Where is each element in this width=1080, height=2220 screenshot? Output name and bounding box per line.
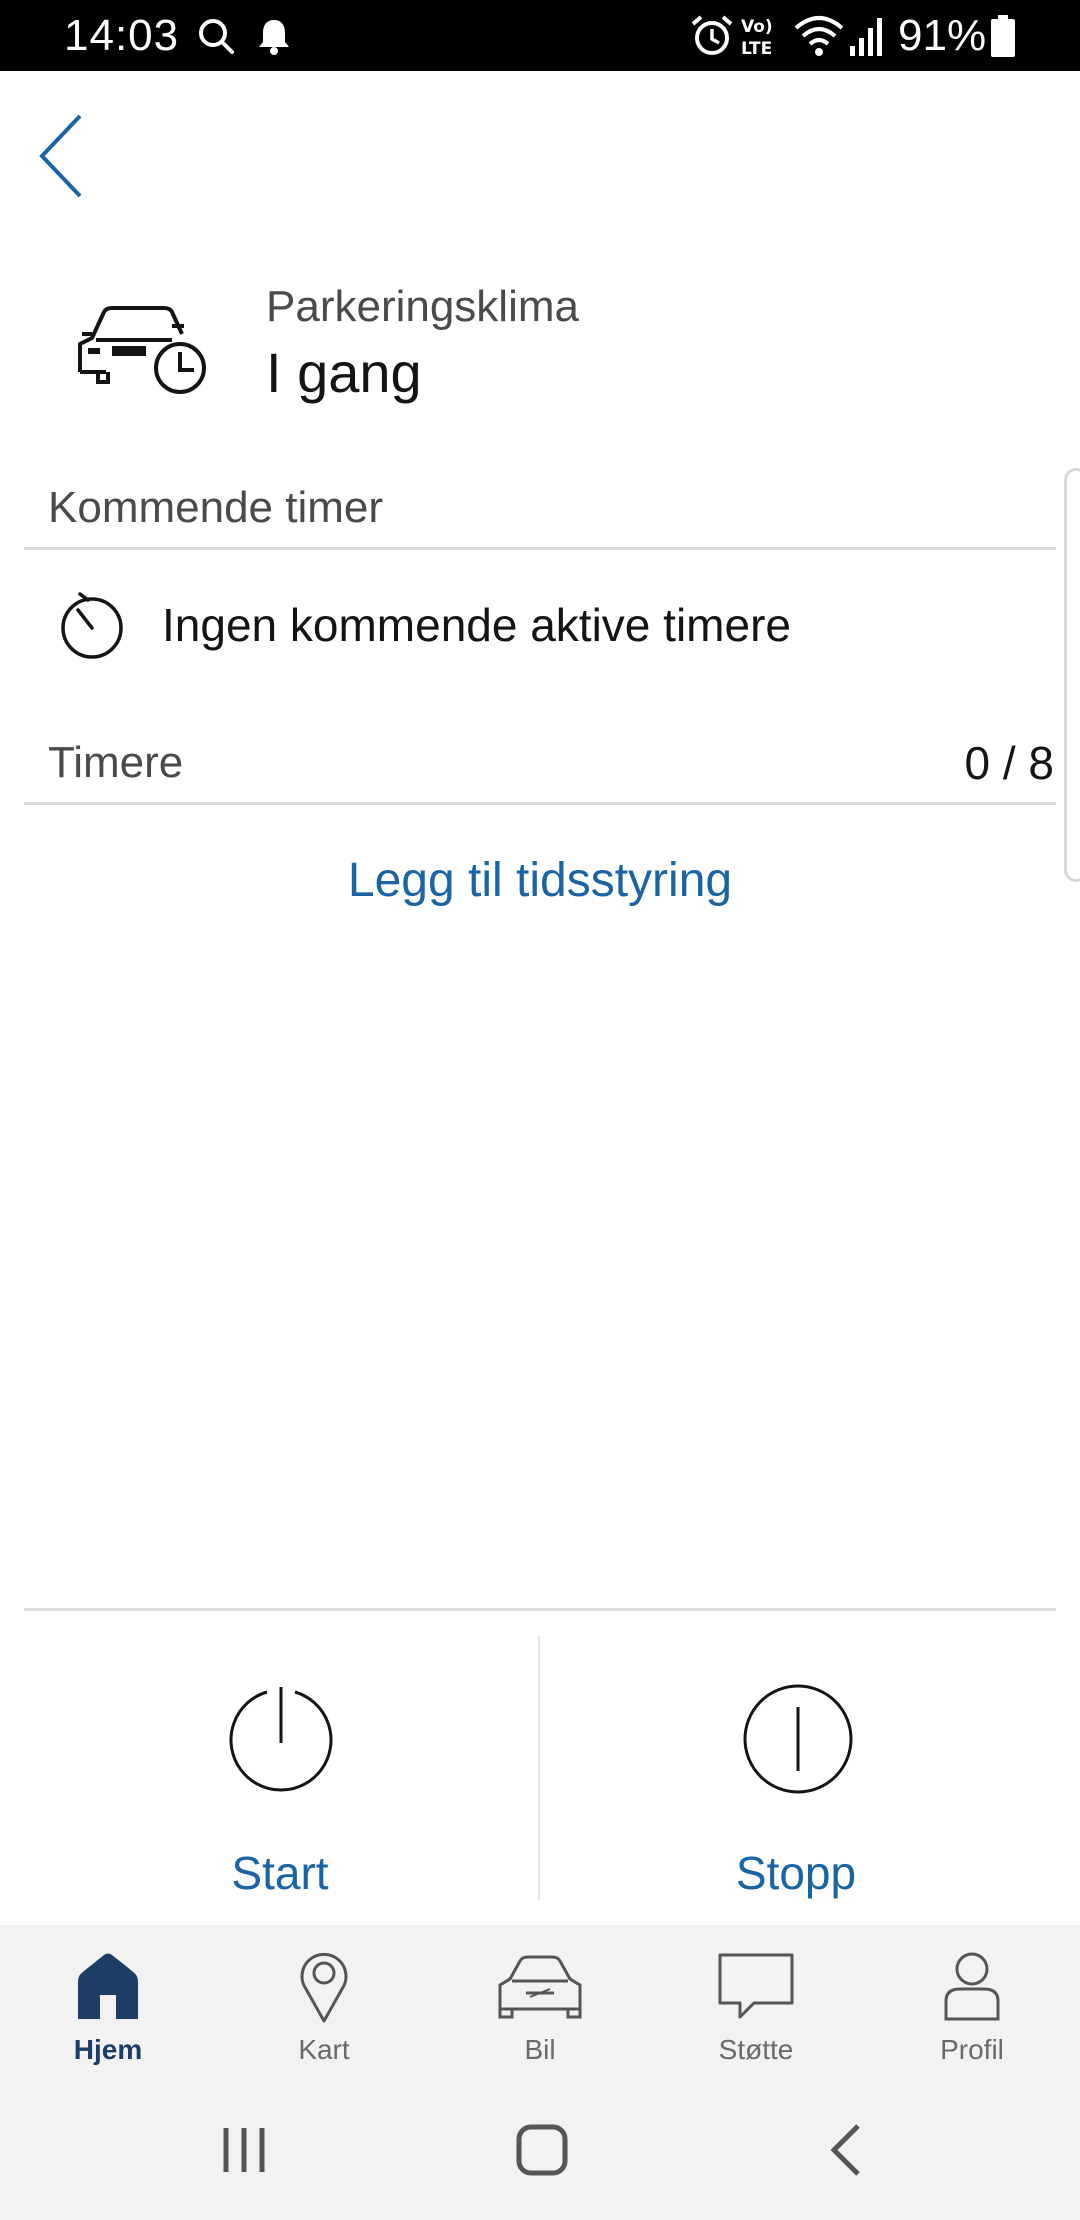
feature-title: Parkeringsklima — [266, 282, 579, 331]
car-clock-icon — [78, 306, 206, 394]
section-divider — [24, 802, 1056, 805]
actions-divider — [24, 1608, 1056, 1611]
chevron-left-icon — [39, 114, 82, 198]
tab-stotte[interactable]: Støtte — [648, 1925, 864, 2080]
back-button[interactable] — [22, 100, 122, 210]
status-bar: 14:03 Vo) LTE 91% — [0, 0, 1080, 71]
tab-label: Kart — [298, 2034, 350, 2065]
system-nav-bar — [0, 2080, 1080, 2220]
tab-hjem[interactable]: Hjem — [0, 1925, 216, 2080]
tab-label: Profil — [940, 2034, 1004, 2065]
no-upcoming-timers-text: Ingen kommende aktive timere — [162, 599, 791, 651]
side-drawer-handle[interactable] — [1064, 468, 1080, 882]
tab-label: Bil — [524, 2034, 556, 2065]
power-on-icon[interactable] — [225, 1683, 337, 1795]
section-divider — [24, 547, 1056, 550]
bottom-tab-bar: Hjem Kart Bil Støtte Profil — [0, 1925, 1080, 2080]
upcoming-timers-label: Kommende timer — [48, 483, 384, 532]
tab-profil[interactable]: Profil — [864, 1925, 1080, 2080]
tab-label: Støtte — [718, 2034, 794, 2065]
tab-label: Hjem — [73, 2034, 143, 2065]
svg-text:Vo): Vo) — [741, 17, 773, 37]
alarm-icon — [691, 15, 733, 55]
start-button[interactable]: Start — [10, 1845, 550, 1901]
signal-icon — [850, 18, 882, 56]
volte-icon: Vo) LTE — [741, 17, 773, 59]
svg-text:LTE: LTE — [741, 39, 772, 59]
status-time: 14:03 — [64, 11, 180, 60]
wifi-icon — [794, 16, 844, 56]
back-nav-icon[interactable] — [820, 2122, 876, 2178]
stop-button[interactable]: Stopp — [526, 1845, 1066, 1901]
feature-status: I gang — [266, 341, 422, 404]
power-off-icon[interactable] — [742, 1683, 854, 1795]
tab-kart[interactable]: Kart — [216, 1925, 432, 2080]
stopwatch-icon — [61, 592, 123, 659]
battery-percentage: 91% — [898, 11, 987, 60]
recent-apps-icon[interactable] — [214, 2122, 274, 2178]
home-nav-icon[interactable] — [514, 2122, 570, 2178]
timers-label: Timere — [48, 738, 184, 787]
timers-count: 0 / 8 — [964, 737, 1054, 789]
chat-bubble-icon — [718, 1953, 794, 2019]
battery-icon — [991, 15, 1015, 57]
add-timer-link[interactable]: Legg til tidsstyring — [0, 852, 1080, 910]
tab-bil[interactable]: Bil — [432, 1925, 648, 2080]
car-icon — [498, 1955, 582, 2019]
search-icon — [199, 19, 234, 54]
profile-icon — [944, 1952, 1000, 2021]
notification-bell-icon — [259, 20, 289, 55]
map-pin-icon — [300, 1952, 348, 2023]
home-icon — [78, 1953, 138, 2019]
